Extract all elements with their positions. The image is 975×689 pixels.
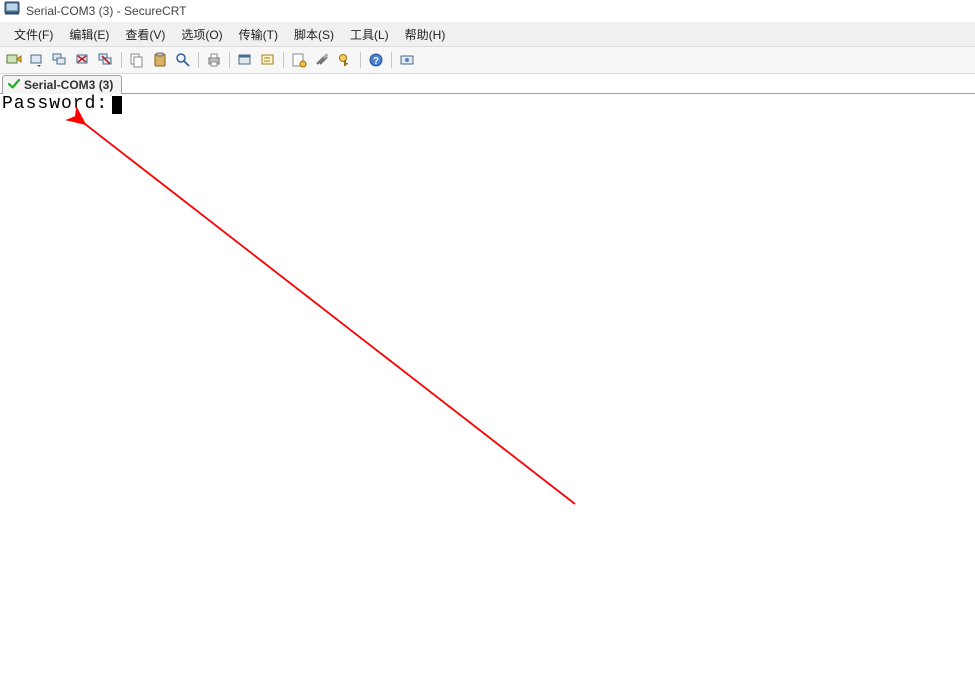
print-icon[interactable] <box>204 50 224 70</box>
terminal-area[interactable]: Password: <box>0 94 975 689</box>
toolbar-separator <box>121 52 122 68</box>
reconnect-icon[interactable] <box>27 50 47 70</box>
title-bar: Serial-COM3 (3) - SecureCRT <box>0 0 975 22</box>
menu-edit[interactable]: 编辑(E) <box>61 25 117 44</box>
tab-bar: Serial-COM3 (3) <box>0 74 975 94</box>
find-icon[interactable] <box>173 50 193 70</box>
annotation-arrow <box>0 94 975 689</box>
menu-help[interactable]: 帮助(H) <box>397 25 454 44</box>
toolbar-separator <box>283 52 284 68</box>
terminal-prompt: Password: <box>2 94 108 114</box>
menu-view[interactable]: 查看(V) <box>117 25 173 44</box>
session-manager-icon[interactable] <box>235 50 255 70</box>
toolbar-separator <box>360 52 361 68</box>
menu-script[interactable]: 脚本(S) <box>286 25 342 44</box>
toolbar-separator <box>198 52 199 68</box>
quick-connect-icon[interactable] <box>4 50 24 70</box>
about-icon[interactable] <box>397 50 417 70</box>
menu-options[interactable]: 选项(O) <box>173 25 230 44</box>
svg-text:?: ? <box>373 56 379 67</box>
settings-icon[interactable] <box>312 50 332 70</box>
command-window-icon[interactable] <box>258 50 278 70</box>
toolbar-separator <box>229 52 230 68</box>
tab-label: Serial-COM3 (3) <box>24 78 113 92</box>
copy-icon[interactable] <box>127 50 147 70</box>
terminal-cursor <box>112 96 122 114</box>
keymap-icon[interactable] <box>335 50 355 70</box>
disconnect-all-icon[interactable] <box>96 50 116 70</box>
toolbar: ? <box>0 47 975 74</box>
menu-tools[interactable]: 工具(L) <box>342 25 397 44</box>
tab-serial-com3[interactable]: Serial-COM3 (3) <box>2 75 122 94</box>
reconnect-all-icon[interactable] <box>50 50 70 70</box>
window-title: Serial-COM3 (3) - SecureCRT <box>26 0 186 22</box>
help-icon[interactable]: ? <box>366 50 386 70</box>
app-icon <box>4 0 20 23</box>
menu-bar: 文件(F) 编辑(E) 查看(V) 选项(O) 传输(T) 脚本(S) 工具(L… <box>0 22 975 47</box>
disconnect-icon[interactable] <box>73 50 93 70</box>
toolbar-separator <box>391 52 392 68</box>
menu-transfer[interactable]: 传输(T) <box>231 25 286 44</box>
menu-file[interactable]: 文件(F) <box>6 25 61 44</box>
paste-icon[interactable] <box>150 50 170 70</box>
properties-icon[interactable] <box>289 50 309 70</box>
terminal-prompt-line: Password: <box>2 94 122 114</box>
tab-connected-icon <box>8 78 20 93</box>
